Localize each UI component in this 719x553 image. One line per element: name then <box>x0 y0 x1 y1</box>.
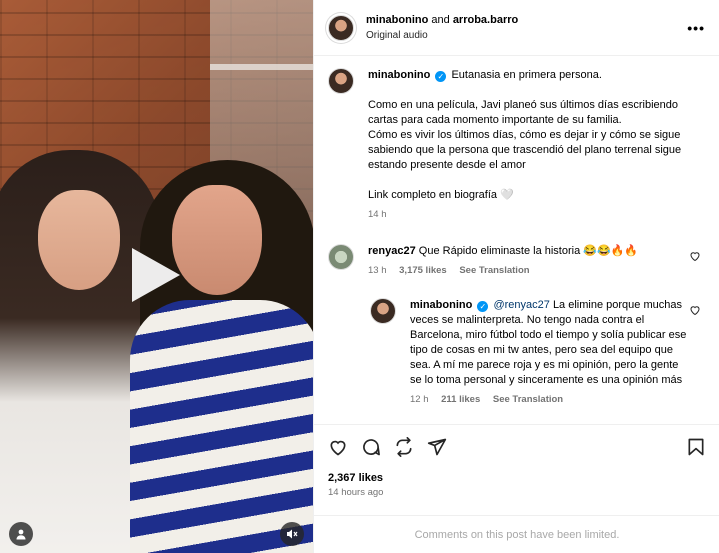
striped-sweater <box>130 300 313 553</box>
caption-time[interactable]: 14 h <box>368 209 387 220</box>
post-date[interactable]: 14 hours ago <box>328 487 706 498</box>
avatar[interactable] <box>328 244 354 270</box>
comments-limited-notice: Comments on this post have been limited. <box>314 515 719 553</box>
audio-link[interactable]: Original audio <box>366 28 518 44</box>
reply-likes[interactable]: 211 likes <box>441 394 480 405</box>
post-video[interactable] <box>0 0 313 553</box>
comment-username[interactable]: renyac27 <box>368 245 416 257</box>
shelf-board <box>210 64 313 70</box>
more-options-icon[interactable]: ••• <box>687 20 705 36</box>
share-icon[interactable] <box>394 437 414 457</box>
heart-icon[interactable] <box>689 304 701 316</box>
comments-section[interactable]: minabonino ✓ Eutanasia en primera person… <box>314 56 719 422</box>
heart-icon[interactable] <box>689 250 701 262</box>
comment: renyac27 Que Rápido eliminaste la histor… <box>328 244 705 278</box>
caption-title: Eutanasia en primera persona. <box>451 69 602 81</box>
user-tag-icon[interactable] <box>9 522 33 546</box>
verified-icon: ✓ <box>435 71 447 82</box>
reply-text: La elimine porque muchas veces se malint… <box>410 299 687 386</box>
avatar[interactable] <box>328 14 354 41</box>
reply-comment: minabonino ✓ @renyac27 La elimine porque… <box>370 298 705 407</box>
see-translation-link[interactable]: See Translation <box>493 394 563 405</box>
caption-link-text: Link completo en biografía 🤍 <box>368 189 514 201</box>
comment-time[interactable]: 13 h <box>368 265 387 276</box>
comment-text: Que Rápido eliminaste la historia 😂😂🔥🔥 <box>418 245 639 257</box>
post-dialog: minabonino and arroba.barro Original aud… <box>0 0 719 553</box>
avatar[interactable] <box>370 298 396 324</box>
woman-left-face <box>38 190 120 290</box>
reply-time[interactable]: 12 h <box>410 394 429 405</box>
comment-likes[interactable]: 3,175 likes <box>399 265 447 276</box>
collaborator-username[interactable]: arroba.barro <box>453 14 518 26</box>
post-sidebar: minabonino and arroba.barro Original aud… <box>313 0 719 553</box>
mute-icon[interactable] <box>280 522 304 546</box>
comment-icon[interactable] <box>361 437 381 457</box>
caption-paragraph-1: Como en una película, Javi planeó sus úl… <box>368 99 679 126</box>
action-bar: 2,367 likes 14 hours ago <box>314 424 719 498</box>
reply-username[interactable]: minabonino <box>410 299 472 311</box>
reply-mention[interactable]: @renyac27 <box>493 299 549 311</box>
caption-username[interactable]: minabonino <box>368 69 430 81</box>
send-icon[interactable] <box>427 437 447 457</box>
bookmark-icon[interactable] <box>686 437 706 457</box>
heart-icon[interactable] <box>328 437 348 457</box>
author-username[interactable]: minabonino <box>366 14 428 26</box>
and-text: and <box>431 13 450 26</box>
caption-paragraph-2: Cómo es vivir los últimos días, cómo es … <box>368 129 682 171</box>
avatar[interactable] <box>328 68 354 94</box>
see-translation-link[interactable]: See Translation <box>459 265 529 276</box>
verified-icon: ✓ <box>477 301 489 312</box>
woman-right-face <box>172 185 262 295</box>
post-header: minabonino and arroba.barro Original aud… <box>314 0 719 56</box>
caption: minabonino ✓ Eutanasia en primera person… <box>328 68 705 222</box>
play-icon[interactable] <box>132 248 180 302</box>
likes-count[interactable]: 2,367 likes <box>328 472 706 484</box>
